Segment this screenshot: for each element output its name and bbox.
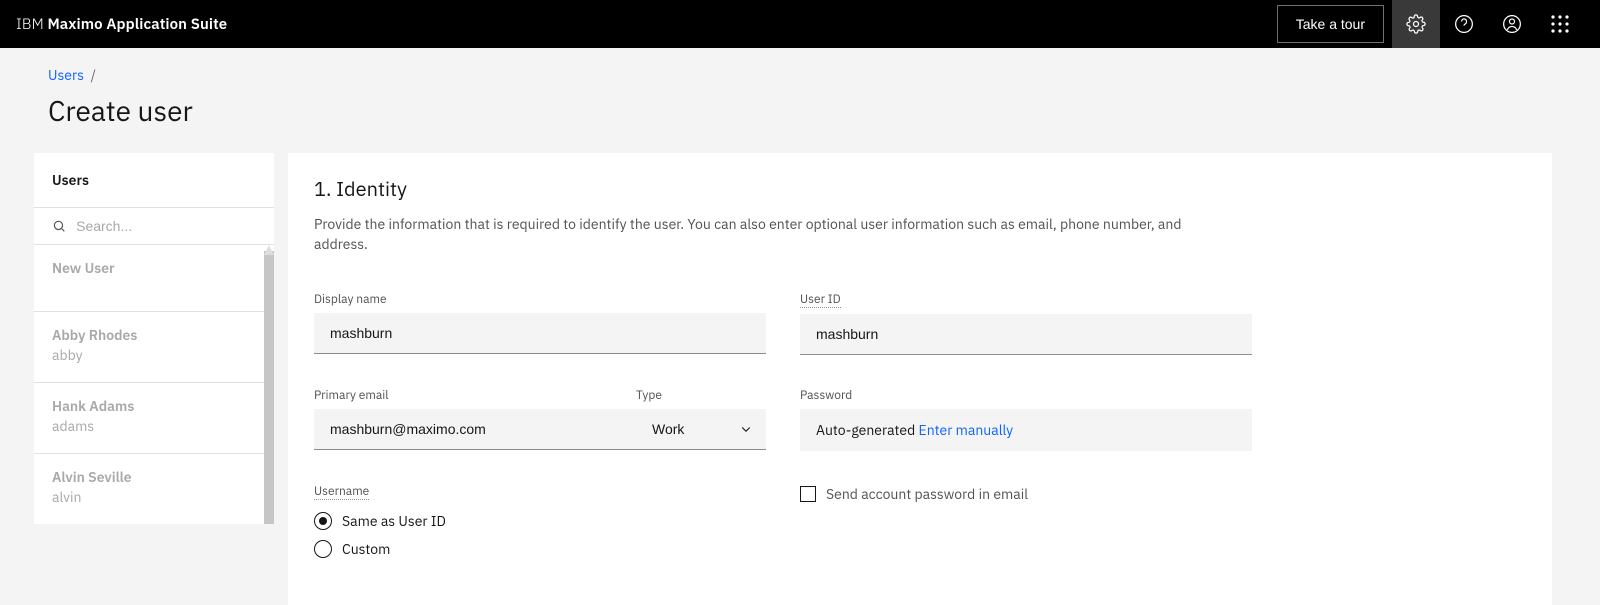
label-primary-email: Primary email	[314, 388, 389, 403]
row-contact: Primary email Type Work	[314, 385, 1512, 451]
search-input[interactable]	[76, 218, 256, 234]
row-identity: Display name User ID	[314, 289, 1512, 355]
radio-label: Custom	[342, 540, 390, 558]
label-email-type: Type	[636, 388, 662, 403]
breadcrumb-link-users[interactable]: Users	[48, 66, 84, 84]
field-user-id: User ID	[800, 289, 1252, 355]
checkbox-label: Send account password in email	[826, 485, 1028, 503]
user-item[interactable]: Abby Rhodes abby	[34, 312, 274, 383]
user-item-sub: alvin	[52, 488, 256, 506]
input-display-name[interactable]	[314, 313, 766, 354]
radio-icon	[314, 540, 332, 558]
label-password: Password	[800, 388, 852, 403]
label-username: Username	[314, 484, 369, 500]
field-email-group: Primary email Type Work	[314, 385, 766, 451]
field-primary-email: Primary email	[314, 385, 636, 450]
user-item-sub: abby	[52, 346, 256, 364]
page-title: Create user	[48, 92, 1552, 129]
label-display-name: Display name	[314, 292, 387, 307]
app-switcher-icon[interactable]	[1536, 0, 1584, 48]
help-icon[interactable]	[1440, 0, 1488, 48]
brand-name: Maximo Application Suite	[47, 15, 227, 34]
radio-custom[interactable]: Custom	[314, 540, 766, 558]
user-item[interactable]: Alvin Seville alvin	[34, 454, 274, 524]
user-avatar-icon[interactable]	[1488, 0, 1536, 48]
field-password: Password Auto-generated Enter manually	[800, 385, 1252, 451]
field-email-type: Type Work	[636, 385, 766, 450]
radio-label: Same as User ID	[342, 512, 446, 530]
main-layout: Users New User Abby Rhodes abby Hank Ada…	[0, 153, 1600, 605]
section-desc: Provide the information that is required…	[314, 214, 1234, 255]
app-header: IBM Maximo Application Suite Take a tour	[0, 0, 1600, 48]
field-display-name: Display name	[314, 289, 766, 355]
section-title: 1. Identity	[314, 175, 1512, 202]
username-radio-group: Same as User ID Custom	[314, 512, 766, 558]
user-item-name: New User	[52, 259, 256, 277]
sidebar-title: Users	[34, 153, 274, 208]
settings-icon[interactable]	[1392, 0, 1440, 48]
user-list[interactable]: New User Abby Rhodes abby Hank Adams ada…	[34, 245, 274, 524]
row-username: Username Same as User ID Custom Send acc…	[314, 481, 1512, 568]
input-primary-email[interactable]	[314, 409, 636, 450]
password-display: Auto-generated Enter manually	[800, 409, 1252, 451]
users-sidebar: Users New User Abby Rhodes abby Hank Ada…	[34, 153, 274, 524]
user-item[interactable]: Hank Adams adams	[34, 383, 274, 454]
enter-manually-link[interactable]: Enter manually	[919, 421, 1014, 439]
chevron-down-icon	[740, 423, 752, 435]
radio-icon	[314, 512, 332, 530]
label-user-id: User ID	[800, 292, 841, 308]
user-item-new[interactable]: New User	[34, 245, 274, 312]
user-item-name: Abby Rhodes	[52, 326, 256, 344]
search-icon	[52, 218, 66, 234]
input-user-id[interactable]	[800, 314, 1252, 355]
form-panel: 1. Identity Provide the information that…	[288, 153, 1552, 605]
breadcrumb-sep: /	[91, 66, 96, 84]
user-item-sub: adams	[52, 417, 256, 435]
radio-same-as-userid[interactable]: Same as User ID	[314, 512, 766, 530]
brand: IBM Maximo Application Suite	[16, 15, 227, 34]
checkbox-icon	[800, 486, 816, 502]
sidebar-search[interactable]	[34, 208, 274, 245]
brand-prefix: IBM	[16, 15, 44, 34]
user-item-name: Hank Adams	[52, 397, 256, 415]
breadcrumb: Users /	[48, 66, 1552, 84]
take-tour-button[interactable]: Take a tour	[1277, 5, 1384, 43]
checkbox-send-password[interactable]: Send account password in email	[800, 485, 1252, 503]
password-value: Auto-generated	[816, 421, 915, 439]
user-item-name: Alvin Seville	[52, 468, 256, 486]
page-head: Users / Create user	[0, 48, 1600, 153]
header-actions: Take a tour	[1277, 0, 1584, 48]
field-send-email: Send account password in email	[800, 481, 1252, 568]
field-username: Username Same as User ID Custom	[314, 481, 766, 568]
